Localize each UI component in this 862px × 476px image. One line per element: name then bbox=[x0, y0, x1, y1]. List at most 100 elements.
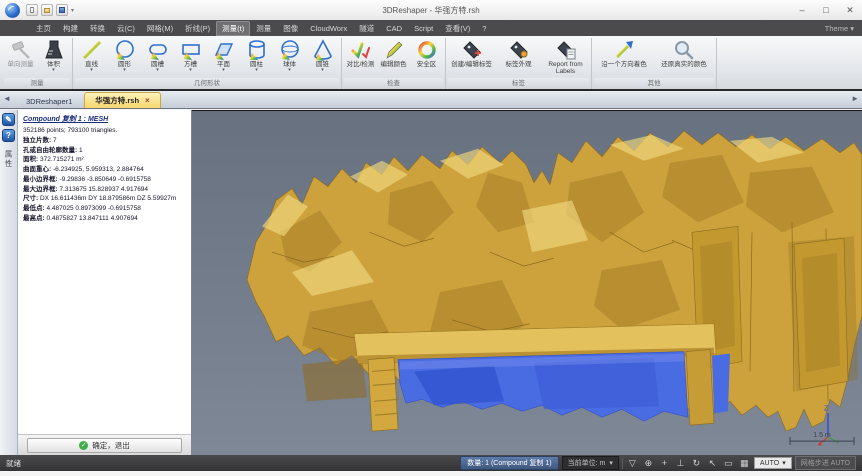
menu-tab-view[interactable]: 查看(V) bbox=[439, 21, 476, 36]
menu-tab-cad[interactable]: CAD bbox=[380, 22, 408, 35]
filter-icon[interactable]: ▽ bbox=[626, 457, 639, 470]
tab-scroll-right-icon[interactable]: ► bbox=[851, 94, 859, 103]
grid-step-field[interactable]: 网格步进 AUTO bbox=[795, 456, 856, 470]
close-button[interactable]: ✕ bbox=[838, 1, 862, 19]
square-slot-button[interactable]: 方槽 ▾ bbox=[174, 38, 207, 73]
cone-button[interactable]: 圆锥 ▾ bbox=[306, 38, 339, 73]
compare-inspect-button[interactable]: 对比/检测 bbox=[344, 38, 377, 68]
chevron-down-icon[interactable]: ▾ bbox=[189, 68, 192, 73]
report-from-labels-button[interactable]: Report from Labels bbox=[542, 38, 589, 76]
title-bar: ▾ 3DReshaper - 华强方特.rsh – □ ✕ bbox=[0, 0, 862, 20]
stat-lowest-point: 最低点: 4.487025 0.8973099 -0.6915758 bbox=[23, 204, 186, 214]
open-file-icon[interactable] bbox=[41, 4, 53, 16]
save-icon[interactable] bbox=[56, 4, 68, 16]
new-document-icon[interactable] bbox=[26, 4, 38, 16]
status-bar: 就绪 数量: 1 (Compound 复制 1) 当前单位: m ▾ ▽ ⊕ +… bbox=[0, 455, 862, 471]
chevron-down-icon[interactable]: ▾ bbox=[288, 68, 291, 73]
axis-z-label: Z bbox=[824, 405, 829, 412]
document-tab-bar: ◄ 3DReshaper1 华强方特.rsh × ► bbox=[0, 91, 862, 109]
menu-tab-image[interactable]: 图像 bbox=[277, 21, 304, 36]
edit-colors-button[interactable]: 编辑颜色 bbox=[377, 38, 410, 68]
menu-tab-cloud[interactable]: 云(C) bbox=[111, 21, 141, 36]
stat-holes: 孔或自由轮廓数量: 1 bbox=[23, 146, 186, 156]
auto-dropdown[interactable]: AUTO ▾ bbox=[754, 457, 792, 469]
round-slot-button[interactable]: 圆槽 ▾ bbox=[141, 38, 174, 73]
line-button[interactable]: 直线 ▾ bbox=[75, 38, 108, 73]
menu-tab-home[interactable]: 主页 bbox=[30, 21, 57, 36]
chevron-down-icon[interactable]: ▾ bbox=[123, 68, 126, 73]
chevron-down-icon[interactable]: ▾ bbox=[222, 68, 225, 73]
cylinder-icon bbox=[246, 39, 268, 61]
chevron-down-icon[interactable]: ▾ bbox=[156, 68, 159, 73]
ribbon-group-geometric-shapes: 直线 ▾ 圆形 ▾ 圆槽 ▾ bbox=[73, 38, 342, 89]
color-along-direction-button[interactable]: 沿一个方向着色 bbox=[594, 38, 654, 68]
top-view-icon[interactable]: ⊥ bbox=[674, 457, 687, 470]
chevron-down-icon[interactable]: ▾ bbox=[90, 68, 93, 73]
properties-panel-tab[interactable]: 属性 bbox=[3, 150, 14, 169]
ok-exit-button[interactable]: ✓ 确定，退出 bbox=[27, 438, 182, 453]
rotate-icon[interactable]: ↻ bbox=[690, 457, 703, 470]
close-tab-icon[interactable]: × bbox=[145, 96, 150, 105]
plane-icon bbox=[213, 39, 235, 61]
doc-tab-3dreshaper1[interactable]: 3DReshaper1 bbox=[16, 95, 82, 108]
mesh-properties: Compound 复制 1 : MESH 352186 points; 7931… bbox=[18, 110, 191, 434]
label-appearance-button[interactable]: 标签外观 bbox=[495, 38, 542, 68]
viewport-3d[interactable]: Z 1.5 m bbox=[192, 110, 862, 455]
help-icon[interactable]: ? bbox=[2, 129, 15, 142]
tab-scroll-left-icon[interactable]: ◄ bbox=[3, 94, 11, 103]
menu-tab-measure2[interactable]: 测量 bbox=[250, 21, 277, 36]
sphere-button[interactable]: 球体 ▾ bbox=[273, 38, 306, 73]
tag-gear-icon bbox=[508, 39, 530, 61]
menu-tab-script[interactable]: Script bbox=[408, 22, 439, 35]
circle-button[interactable]: 圆形 ▾ bbox=[108, 38, 141, 73]
units-dropdown[interactable]: 当前单位: m ▾ bbox=[562, 456, 619, 470]
create-edit-labels-button[interactable]: 创建/编辑标签 bbox=[448, 38, 495, 68]
chevron-down-icon[interactable]: ▾ bbox=[255, 68, 258, 73]
stat-area: 面积: 372.715271 m² bbox=[23, 155, 186, 165]
menu-tab-mesh[interactable]: 网格(M) bbox=[141, 21, 179, 36]
mesh-model-3d[interactable]: Z 1.5 m bbox=[192, 111, 862, 455]
safety-zone-button[interactable]: 安全区 bbox=[410, 38, 443, 68]
chevron-down-icon[interactable]: ▾ bbox=[52, 68, 55, 73]
pick-icon[interactable]: ↖ bbox=[706, 457, 719, 470]
compare-icon bbox=[350, 39, 372, 61]
pan-icon[interactable]: + bbox=[658, 457, 671, 470]
chevron-down-icon: ▾ bbox=[782, 459, 786, 467]
menu-tab-tunnel[interactable]: 隧道 bbox=[353, 21, 380, 36]
chevron-down-icon: ▾ bbox=[609, 459, 613, 467]
menu-tab-measure-active[interactable]: 测量(t) bbox=[216, 21, 250, 36]
stat-bbox-max: 最大边界框: 7.313675 15.828937 4.917694 bbox=[23, 185, 186, 195]
annotate-icon[interactable]: ✎ bbox=[2, 113, 15, 126]
quick-access-toolbar: ▾ bbox=[26, 4, 74, 16]
plane-button[interactable]: 平面 ▾ bbox=[207, 38, 240, 73]
tag-report-icon bbox=[555, 39, 577, 61]
ribbon-tab-bar: 主页 构建 转换 云(C) 网格(M) 折线(P) 测量(t) 测量 图像 Cl… bbox=[0, 20, 862, 36]
status-ready-text: 就绪 bbox=[6, 458, 21, 469]
one-way-measure-button[interactable]: 单向测量 bbox=[4, 38, 37, 68]
chevron-down-icon[interactable]: ▾ bbox=[321, 68, 324, 73]
menu-tab-construct[interactable]: 构建 bbox=[57, 21, 84, 36]
beaker-icon bbox=[43, 39, 65, 61]
check-icon: ✓ bbox=[79, 441, 88, 450]
qat-customize-arrow-icon[interactable]: ▾ bbox=[71, 7, 74, 14]
group-label-inspect: 检查 bbox=[344, 78, 443, 89]
grid-icon[interactable]: ▦ bbox=[738, 457, 751, 470]
restore-colors-button[interactable]: 还原真实的颜色 bbox=[654, 38, 714, 68]
selection-count-badge: 数量: 1 (Compound 复制 1) bbox=[460, 456, 558, 470]
chevron-down-icon: ▾ bbox=[850, 24, 854, 33]
menu-tab-polyline[interactable]: 折线(P) bbox=[179, 21, 216, 36]
doc-tab-huaqiangfangte-active[interactable]: 华强方特.rsh × bbox=[84, 92, 160, 108]
select-rect-icon[interactable]: ▭ bbox=[722, 457, 735, 470]
menu-tab-cloudworx[interactable]: CloudWorx bbox=[304, 22, 353, 35]
cylinder-button[interactable]: 圆柱 ▾ bbox=[240, 38, 273, 73]
menu-tab-transform[interactable]: 转换 bbox=[84, 21, 111, 36]
color-direction-arrow-icon bbox=[613, 39, 635, 61]
menu-tab-help[interactable]: ? bbox=[476, 22, 492, 35]
theme-selector[interactable]: Theme ▾ bbox=[825, 24, 854, 33]
circle-icon bbox=[114, 39, 136, 61]
volume-button[interactable]: 体积 ▾ bbox=[37, 38, 70, 73]
zoom-icon[interactable]: ⊕ bbox=[642, 457, 655, 470]
stat-points-triangles: 352186 points; 793100 triangles. bbox=[23, 126, 186, 136]
maximize-button[interactable]: □ bbox=[814, 1, 838, 19]
minimize-button[interactable]: – bbox=[790, 1, 814, 19]
